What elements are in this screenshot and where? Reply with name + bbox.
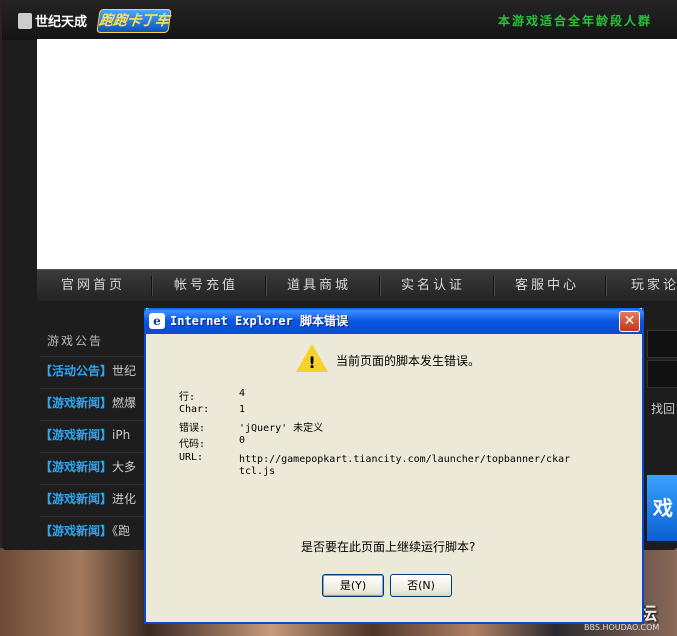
close-button[interactable]: ✕: [619, 311, 640, 332]
recover-link[interactable]: 找回: [651, 400, 675, 417]
news-tag: 【游戏新闻】: [40, 396, 113, 410]
list-item[interactable]: 【游戏新闻】进化: [40, 484, 150, 516]
nav-separator: [265, 276, 266, 296]
continue-question: 是否要在此页面上继续运行脚本?: [301, 540, 476, 554]
news-text: iPh: [112, 428, 131, 442]
game-logo: 跑跑卡丁车: [96, 9, 172, 33]
detail-label-url: URL:: [179, 452, 204, 463]
detail-value-line: 4: [239, 388, 246, 399]
news-text: 《跑: [112, 524, 131, 538]
news-tag: 【游戏新闻】: [40, 524, 113, 538]
detail-label-char: Char:: [179, 404, 210, 415]
detail-value-char: 1: [239, 404, 246, 415]
detail-value-url-cont: tcl.js: [239, 466, 276, 477]
news-text: 大多: [112, 460, 137, 474]
dialog-title: Internet Explorer 脚本错误: [170, 314, 349, 328]
news-list: 【活动公告】世纪 【游戏新闻】燃爆 【游戏新闻】iPh 【游戏新闻】大多 【游戏…: [40, 356, 150, 548]
detail-label-line: 行:: [179, 392, 196, 403]
detail-label-code: 代码:: [179, 439, 206, 450]
news-text: 世纪: [112, 364, 137, 378]
dialog-titlebar[interactable]: e Internet Explorer 脚本错误 ✕: [144, 308, 644, 334]
watermark-url: BBS.HOUDAO.COM: [584, 623, 660, 632]
top-banner: [37, 39, 677, 269]
launcher-nav: 官网首页 帐号充值 道具商城 实名认证 客服中心 玩家论: [37, 269, 677, 301]
nav-home[interactable]: 官网首页: [61, 270, 125, 301]
no-button[interactable]: 否(N): [390, 574, 452, 597]
publisher-logo-icon: [18, 13, 32, 29]
nav-recharge[interactable]: 帐号充值: [174, 270, 238, 301]
ie-icon: e: [149, 313, 165, 329]
nav-item-shop[interactable]: 道具商城: [287, 270, 351, 301]
detail-value-url: http://gamepopkart.tiancity.com/launcher…: [239, 454, 571, 465]
password-input[interactable]: [647, 360, 677, 388]
nav-separator: [605, 276, 606, 296]
launcher-topbar: 世纪天成 跑跑卡丁车 本游戏适合全年龄段人群: [2, 0, 677, 40]
news-text: 燃爆: [112, 396, 137, 410]
error-headline: 当前页面的脚本发生错误。: [336, 354, 481, 368]
publisher-logo-text: 世纪天成: [35, 15, 88, 30]
publisher-logo: 世纪天成: [18, 11, 87, 30]
warning-icon-mark: !: [308, 353, 316, 372]
nav-separator: [379, 276, 380, 296]
news-tag: 【活动公告】: [40, 364, 113, 378]
nav-support[interactable]: 客服中心: [515, 270, 579, 301]
nav-realname[interactable]: 实名认证: [401, 270, 465, 301]
age-notice: 本游戏适合全年龄段人群: [498, 14, 653, 28]
script-error-dialog: e Internet Explorer 脚本错误 ✕ ! 当前页面的脚本发生错误…: [144, 308, 644, 624]
account-input[interactable]: [647, 330, 677, 358]
detail-value-error: 'jQuery' 未定义: [239, 423, 324, 434]
news-tag: 【游戏新闻】: [40, 460, 113, 474]
news-section-title: 游戏公告: [47, 334, 104, 348]
yes-button[interactable]: 是(Y): [322, 574, 384, 597]
list-item[interactable]: 【游戏新闻】iPh: [40, 420, 150, 452]
detail-value-code: 0: [239, 435, 246, 446]
list-item[interactable]: 【游戏新闻】大多: [40, 452, 150, 484]
news-tag: 【游戏新闻】: [40, 492, 113, 506]
nav-separator: [493, 276, 494, 296]
news-text: 进化: [112, 492, 137, 506]
list-item[interactable]: 【活动公告】世纪: [40, 356, 150, 388]
detail-label-error: 错误:: [179, 423, 206, 434]
list-item[interactable]: 【游戏新闻】《跑: [40, 516, 150, 548]
nav-forum[interactable]: 玩家论: [631, 270, 677, 301]
news-tag: 【游戏新闻】: [40, 428, 113, 442]
start-game-button[interactable]: 戏: [647, 475, 677, 541]
nav-separator: [151, 276, 152, 296]
list-item[interactable]: 【游戏新闻】燃爆: [40, 388, 150, 420]
